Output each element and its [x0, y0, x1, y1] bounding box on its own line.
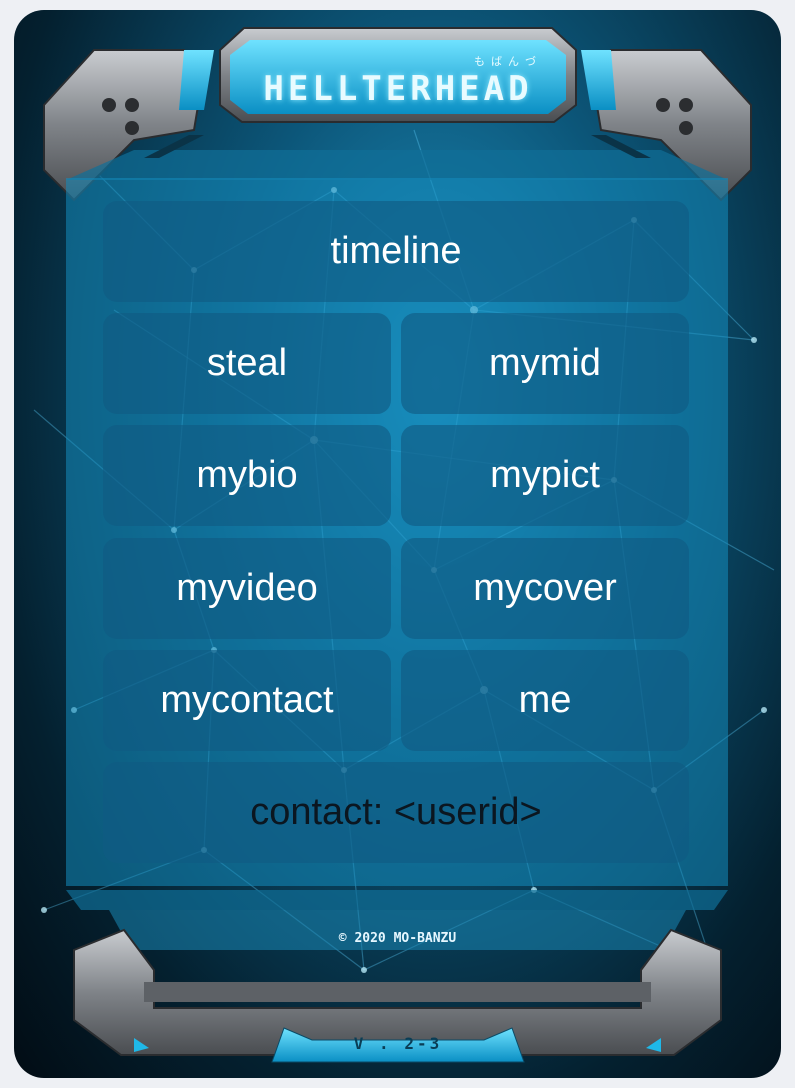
app-title-plate: もばんづ HELLTERHEAD — [220, 45, 576, 121]
app-title: HELLTERHEAD — [263, 69, 533, 109]
menu-card: もばんづ HELLTERHEAD timeline steal mymid my… — [14, 10, 781, 1078]
mymid-button[interactable]: mymid — [401, 313, 689, 414]
contact-userid-button[interactable]: contact: <userid> — [103, 762, 689, 863]
steal-button[interactable]: steal — [103, 313, 391, 414]
me-button[interactable]: me — [401, 650, 689, 751]
mycontact-button[interactable]: mycontact — [103, 650, 391, 751]
app-subtitle-kana: もばんづ — [474, 55, 542, 68]
mybio-button[interactable]: mybio — [103, 425, 391, 526]
copyright-text: © 2020 MO-BANZU — [338, 931, 457, 946]
timeline-button[interactable]: timeline — [103, 201, 689, 302]
myvideo-button[interactable]: myvideo — [103, 538, 391, 639]
mycover-button[interactable]: mycover — [401, 538, 689, 639]
version-label: V . 2-3 — [353, 1033, 443, 1053]
mypict-button[interactable]: mypict — [401, 425, 689, 526]
